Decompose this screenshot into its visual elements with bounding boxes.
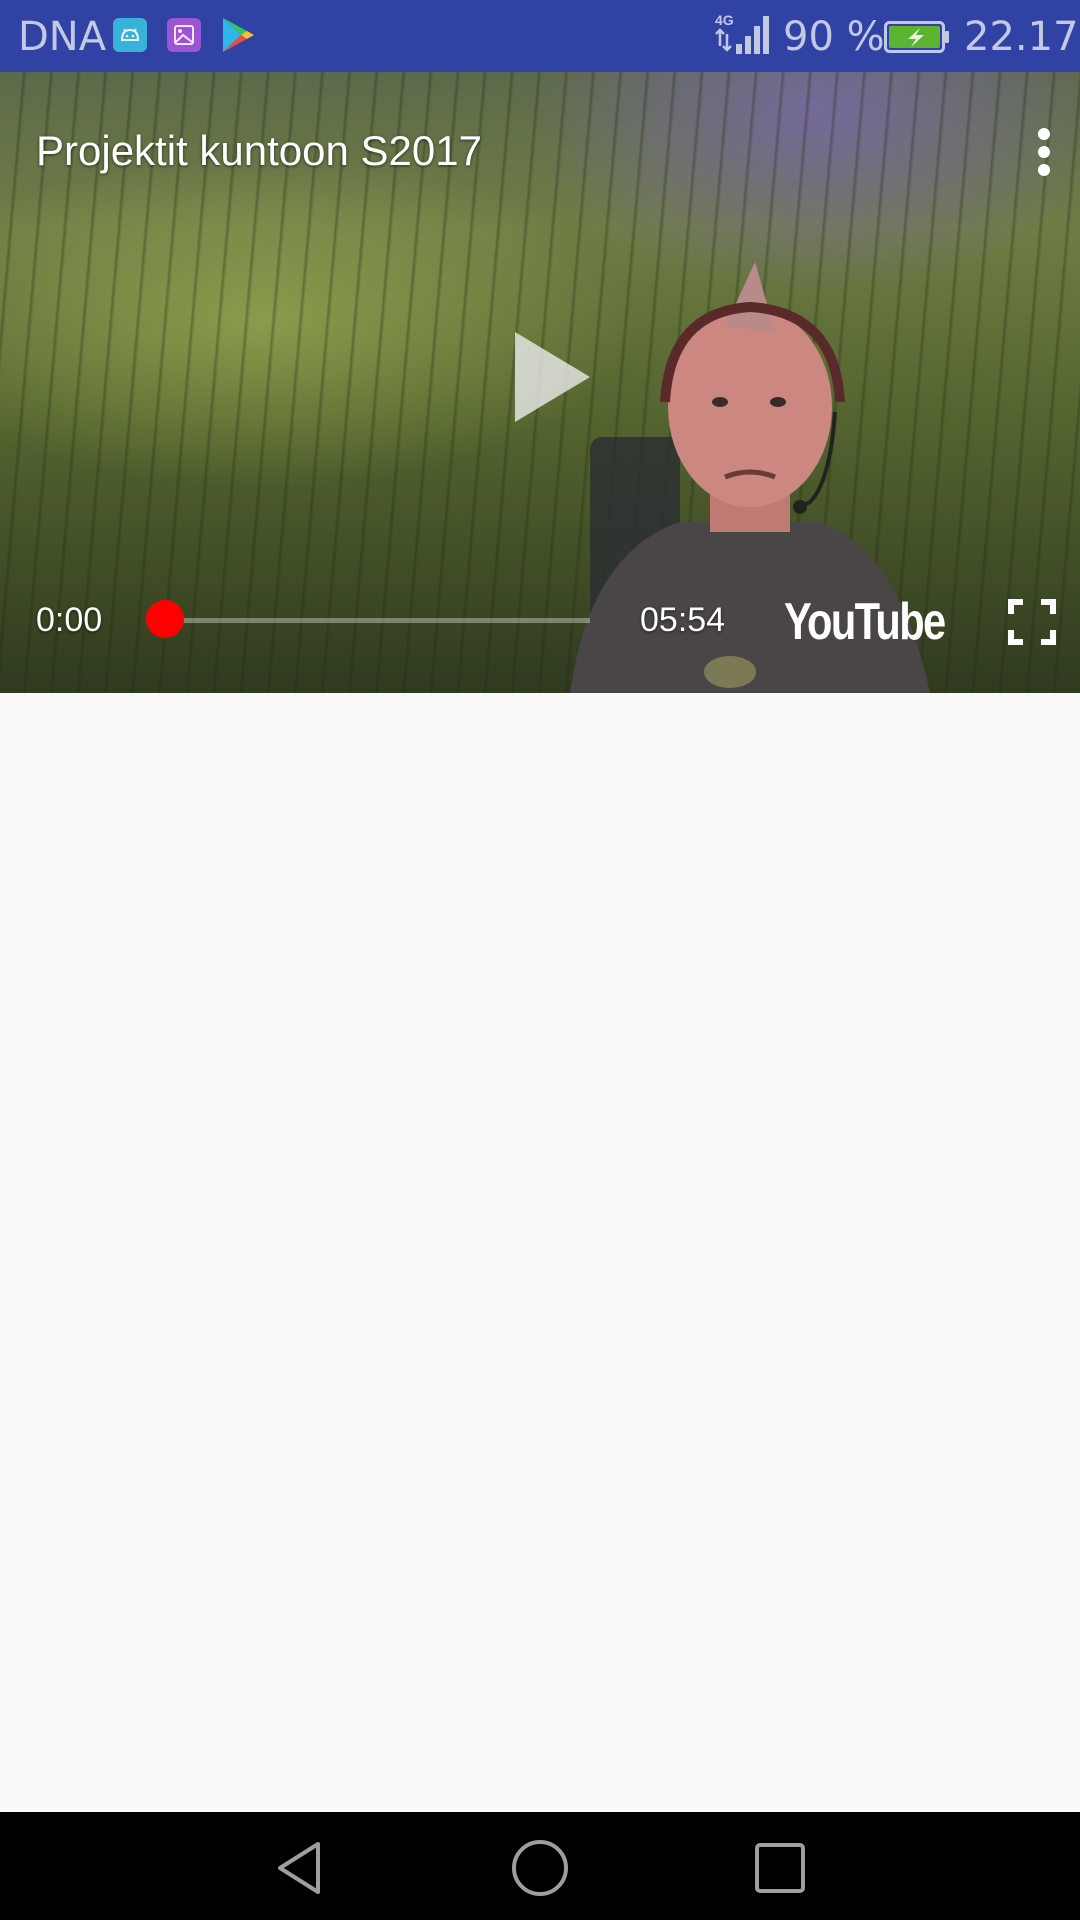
seek-thumb[interactable] xyxy=(146,600,184,638)
carrier-name: DNA xyxy=(18,14,107,60)
status-bar: DNA 4G 90 % 22.17 xyxy=(0,0,1080,72)
signal-4g-icon: 4G xyxy=(714,10,776,58)
svg-text:4G: 4G xyxy=(715,12,734,28)
content-area xyxy=(0,693,1080,1812)
video-player[interactable]: Projektit kuntoon S2017 0:00 05:54 YouTu… xyxy=(0,72,1080,693)
clock: 22.17 xyxy=(964,14,1079,60)
youtube-logo[interactable]: YouTube xyxy=(784,592,946,652)
duration: 05:54 xyxy=(640,601,726,639)
recents-icon[interactable] xyxy=(750,1838,810,1898)
navigation-bar xyxy=(0,1812,1080,1920)
android-icon xyxy=(113,18,147,52)
back-icon[interactable] xyxy=(270,1838,330,1898)
home-icon[interactable] xyxy=(510,1838,570,1898)
video-title: Projektit kuntoon S2017 xyxy=(36,127,482,174)
more-vert-icon[interactable] xyxy=(1034,124,1054,180)
screen: DNA 4G 90 % 22.17 Projektit kuntoon S201… xyxy=(0,0,1080,1920)
battery-charging-icon xyxy=(884,21,950,53)
gallery-icon xyxy=(167,18,201,52)
fullscreen-icon[interactable] xyxy=(1008,599,1056,645)
seek-bar[interactable] xyxy=(165,618,590,623)
current-time: 0:00 xyxy=(36,601,103,639)
battery-percent: 90 % xyxy=(783,14,885,60)
play-store-icon xyxy=(220,16,256,54)
play-icon[interactable] xyxy=(505,327,595,427)
